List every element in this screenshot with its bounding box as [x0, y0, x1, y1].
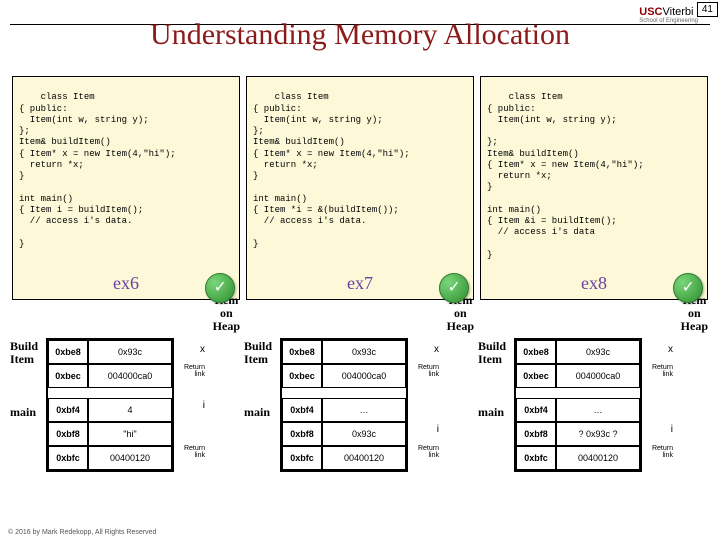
stack-table: 0xbe80x93c 0xbec004000ca0 0xbf44 0xbf8"h…: [46, 338, 174, 472]
usc-viterbi-logo: USCViterbi School of Engineering: [639, 6, 698, 24]
checkmark-icon: ✓: [439, 273, 469, 303]
stack-addr: 0xbf4: [516, 398, 556, 422]
build-item-label: Build Item: [10, 340, 38, 366]
stack-addr: 0xbf8: [282, 422, 322, 446]
code-box-ex7: class Item { public: Item(int w, string …: [246, 76, 474, 300]
stack-val: 0x93c: [322, 340, 406, 364]
stack-val: 0x93c: [322, 422, 406, 446]
diagram-ex8: Build Item main Item on Heap 0xbe80x93c …: [480, 300, 708, 500]
code-text: class Item { public: Item(int w, string …: [487, 92, 644, 260]
slide-title: Understanding Memory Allocation: [0, 18, 720, 52]
table-row: 0xbfc00400120: [282, 446, 406, 470]
stack-addr: 0xbec: [282, 364, 322, 388]
stack-addr: 0xbec: [48, 364, 88, 388]
stack-val: 00400120: [322, 446, 406, 470]
main-label: main: [478, 406, 504, 419]
main-label: main: [10, 406, 36, 419]
table-row: 0xbe80x93c: [282, 340, 406, 364]
example-label: ex7: [347, 272, 373, 295]
stack-val: 004000ca0: [322, 364, 406, 388]
table-row: 0xbf44: [48, 398, 172, 422]
stack-addr: 0xbf4: [48, 398, 88, 422]
stack-val: ? 0x93c ?: [556, 422, 640, 446]
main-label: main: [244, 406, 270, 419]
logo-school: School of Engineering: [639, 18, 698, 24]
var-label: Return link: [408, 364, 442, 378]
build-item-label: Build Item: [478, 340, 506, 366]
var-label: x: [174, 344, 208, 355]
table-row: 0xbec004000ca0: [516, 364, 640, 388]
var-label: Return link: [408, 445, 442, 459]
logo-viterbi: Viterbi: [663, 6, 694, 18]
stack-val: 00400120: [556, 446, 640, 470]
stack-addr: 0xbf4: [282, 398, 322, 422]
example-label: ex8: [581, 272, 607, 295]
table-row: 0xbf4…: [516, 398, 640, 422]
table-row: 0xbfc00400120: [516, 446, 640, 470]
code-text: class Item { public: Item(int w, string …: [19, 92, 176, 248]
diagram-ex7: Build Item main Item on Heap 0xbe80x93c …: [246, 300, 474, 500]
page-number: 41: [697, 2, 718, 17]
table-row: 0xbec004000ca0: [48, 364, 172, 388]
table-row: 0xbf80x93c: [282, 422, 406, 446]
code-box-ex8: class Item { public: Item(int w, string …: [480, 76, 708, 300]
stack-addr: 0xbf8: [48, 422, 88, 446]
stack-val: "hi": [88, 422, 172, 446]
stack-val: 00400120: [88, 446, 172, 470]
stack-addr: 0xbe8: [282, 340, 322, 364]
var-label: Return link: [174, 364, 208, 378]
table-row: 0xbf8? 0x93c ?: [516, 422, 640, 446]
stack-val: 0x93c: [556, 340, 640, 364]
table-row: 0xbfc00400120: [48, 446, 172, 470]
stack-val: 004000ca0: [556, 364, 640, 388]
var-label: i: [408, 424, 442, 435]
table-row: 0xbf4…: [282, 398, 406, 422]
diagram-ex6: Build Item main Item on Heap 0xbe80x93c …: [12, 300, 240, 500]
logo-usc: USC: [639, 6, 662, 18]
stack-table: 0xbe80x93c 0xbec004000ca0 0xbf4… 0xbf80x…: [280, 338, 408, 472]
var-label: Return link: [642, 364, 676, 378]
stack-gap: [282, 388, 406, 398]
code-box-ex6: class Item { public: Item(int w, string …: [12, 76, 240, 300]
stack-val: 4: [88, 398, 172, 422]
var-label: x: [408, 344, 442, 355]
table-row: 0xbec004000ca0: [282, 364, 406, 388]
table-row: 0xbe80x93c: [48, 340, 172, 364]
checkmark-icon: ✓: [673, 273, 703, 303]
stack-addr: 0xbf8: [516, 422, 556, 446]
stack-val: …: [556, 398, 640, 422]
var-label: i: [642, 424, 676, 435]
checkmark-icon: ✓: [205, 273, 235, 303]
stack-val: …: [322, 398, 406, 422]
example-label: ex6: [113, 272, 139, 295]
stack-val: 004000ca0: [88, 364, 172, 388]
stack-addr: 0xbe8: [48, 340, 88, 364]
var-label: Return link: [642, 445, 676, 459]
var-label: x: [642, 344, 676, 355]
stack-val: 0x93c: [88, 340, 172, 364]
stack-gap: [48, 388, 172, 398]
stack-table: 0xbe80x93c 0xbec004000ca0 0xbf4… 0xbf8? …: [514, 338, 642, 472]
code-columns: class Item { public: Item(int w, string …: [12, 76, 708, 300]
code-text: class Item { public: Item(int w, string …: [253, 92, 410, 248]
var-label: Return link: [174, 445, 208, 459]
build-item-label: Build Item: [244, 340, 272, 366]
stack-addr: 0xbfc: [48, 446, 88, 470]
memory-diagrams: Build Item main Item on Heap 0xbe80x93c …: [12, 300, 708, 500]
table-row: 0xbe80x93c: [516, 340, 640, 364]
stack-addr: 0xbfc: [282, 446, 322, 470]
stack-addr: 0xbfc: [516, 446, 556, 470]
stack-gap: [516, 388, 640, 398]
stack-addr: 0xbec: [516, 364, 556, 388]
copyright-text: © 2016 by Mark Redekopp, All Rights Rese…: [8, 529, 156, 536]
stack-addr: 0xbe8: [516, 340, 556, 364]
table-row: 0xbf8"hi": [48, 422, 172, 446]
var-label: i: [174, 400, 208, 411]
